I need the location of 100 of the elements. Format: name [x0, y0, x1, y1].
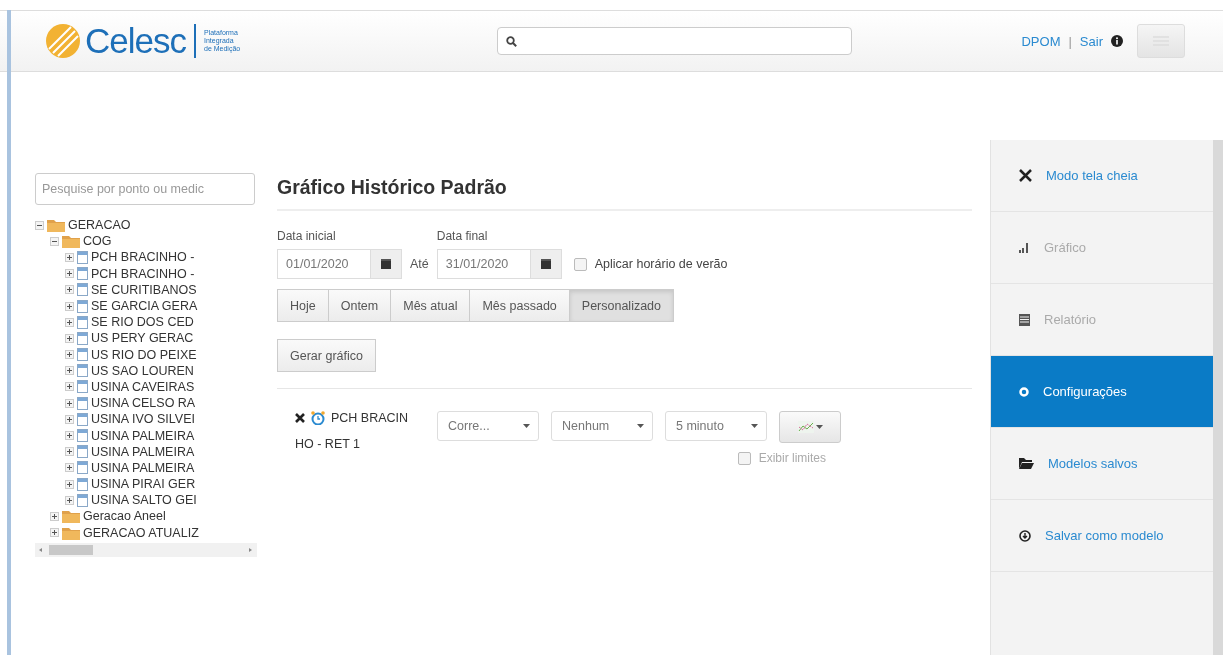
expand-icon[interactable] [65, 285, 74, 295]
page-icon [77, 299, 88, 313]
tree-item[interactable]: USINA PIRAI GER [91, 477, 196, 492]
expand-icon[interactable] [65, 317, 74, 327]
alarm-clock-icon [311, 411, 325, 425]
table-icon [1019, 313, 1030, 326]
page-icon [77, 364, 88, 378]
page-icon [77, 380, 88, 394]
tree-item[interactable]: PCH BRACINHO - [91, 250, 195, 265]
folder-icon [62, 509, 80, 524]
caret-icon [815, 425, 823, 429]
sun-logo-icon [45, 23, 81, 59]
tree-item[interactable]: GERACAO [68, 218, 131, 233]
expand-icon[interactable] [65, 495, 74, 505]
period-button[interactable]: Mês atual [390, 289, 471, 322]
page-icon [77, 412, 88, 426]
tree-item[interactable]: SE GARCIA GERA [91, 299, 198, 314]
tree-item[interactable]: SE RIO DOS CED [91, 315, 194, 330]
tree-item[interactable]: USINA CAVEIRAS [91, 379, 195, 394]
expand-icon[interactable] [50, 511, 59, 521]
settings-icon [1019, 386, 1029, 397]
page-icon [77, 493, 88, 507]
expand-icon[interactable] [65, 350, 74, 360]
caret-icon [751, 424, 758, 428]
tree-item[interactable]: USINA PALMEIRA [91, 460, 195, 475]
tree-item[interactable]: USINA IVO SILVEI [91, 412, 195, 427]
checkbox[interactable] [573, 257, 587, 271]
expand-icon[interactable] [65, 431, 74, 441]
dropdown[interactable]: Corre... [437, 411, 539, 441]
remove-icon[interactable] [295, 413, 305, 423]
tree-item[interactable]: US SAO LOUREN [91, 363, 194, 378]
page-icon [77, 267, 88, 281]
page-icon [77, 477, 88, 491]
bar-chart-icon [1019, 242, 1030, 253]
folder-icon [1019, 458, 1034, 469]
date-field[interactable]: 31/01/2020 [436, 249, 562, 279]
info-icon [1111, 35, 1123, 47]
period-button[interactable]: Ontem [327, 289, 392, 322]
tree-search-field[interactable]: Pesquise por ponto ou medic [35, 173, 255, 205]
series-name: HO - RET 1 [295, 437, 362, 451]
page-icon [77, 283, 88, 297]
page-icon [77, 429, 88, 443]
expand-icon[interactable] [65, 252, 74, 262]
folder-icon [62, 234, 80, 249]
tree-item[interactable]: USINA PALMEIRA [91, 444, 195, 459]
expand-icon[interactable] [65, 479, 74, 489]
expand-icon[interactable] [65, 269, 74, 279]
tree-item[interactable]: USINA SALTO GEI [91, 493, 197, 508]
date-field[interactable]: 01/01/2020 [277, 249, 402, 279]
collapse-icon[interactable] [35, 220, 44, 230]
search-field[interactable] [497, 27, 853, 55]
expand-icon[interactable] [65, 366, 74, 376]
generate-button[interactable]: Gerar gráfico [277, 339, 376, 372]
line-chart-icon [797, 421, 814, 433]
period-button[interactable]: Personalizado [568, 289, 674, 322]
folder-icon [62, 525, 80, 540]
expand-icon[interactable] [65, 382, 74, 392]
horizontal-scrollbar[interactable] [35, 542, 257, 557]
expand-icon[interactable] [65, 414, 74, 424]
tree-item[interactable]: SE CURITIBANOS [91, 282, 197, 297]
field-label: Data inicial [277, 229, 337, 243]
period-button[interactable]: Hoje [277, 289, 329, 322]
vertical-scrollbar[interactable] [1213, 140, 1223, 655]
expand-icon[interactable] [65, 333, 74, 343]
search-icon [506, 35, 518, 47]
checkbox-label: Exibir limites [758, 451, 826, 465]
expand-icon[interactable] [50, 528, 59, 538]
tree-item[interactable]: PCH BRACINHO - [91, 266, 195, 281]
tree-item[interactable]: USINA PALMEIRA [91, 428, 195, 443]
page-icon [77, 348, 88, 362]
expand-icon[interactable] [65, 301, 74, 311]
page-icon [77, 250, 88, 264]
page-icon [77, 445, 88, 459]
page-icon [77, 461, 88, 475]
checkbox[interactable] [737, 451, 751, 465]
tree-item[interactable]: GERACAO ATUALIZ [83, 525, 199, 540]
tree-item[interactable]: USINA CELSO RA [91, 396, 196, 411]
caret-icon [523, 424, 530, 428]
tree-item[interactable]: US PERY GERAC [91, 331, 194, 346]
calendar-icon[interactable] [540, 259, 551, 269]
dropdown[interactable]: 5 minuto [665, 411, 767, 441]
period-button[interactable]: Mês passado [469, 289, 570, 322]
expand-icon[interactable] [65, 463, 74, 473]
menu-item[interactable]: Configurações [991, 356, 1213, 428]
page-icon [77, 315, 88, 329]
dropdown[interactable]: Nenhum [551, 411, 653, 441]
tree-item[interactable]: Geracao Aneel [83, 509, 166, 524]
checkbox-label: Aplicar horário de verão [594, 257, 728, 271]
tree-item[interactable]: COG [83, 234, 112, 249]
range-label: Até [410, 257, 429, 271]
collapse-icon[interactable] [50, 236, 59, 246]
expand-icon[interactable] [65, 398, 74, 408]
circle-arrow-icon [1019, 529, 1031, 542]
logout-link[interactable]: Sair [1079, 33, 1103, 49]
page-icon [77, 331, 88, 345]
tree-item[interactable]: US RIO DO PEIXE [91, 347, 197, 362]
folder-icon [47, 218, 65, 233]
user-link[interactable]: DPOM [1021, 33, 1061, 49]
expand-icon[interactable] [65, 447, 74, 457]
page-title: Gráfico Histórico Padrão [277, 176, 972, 211]
